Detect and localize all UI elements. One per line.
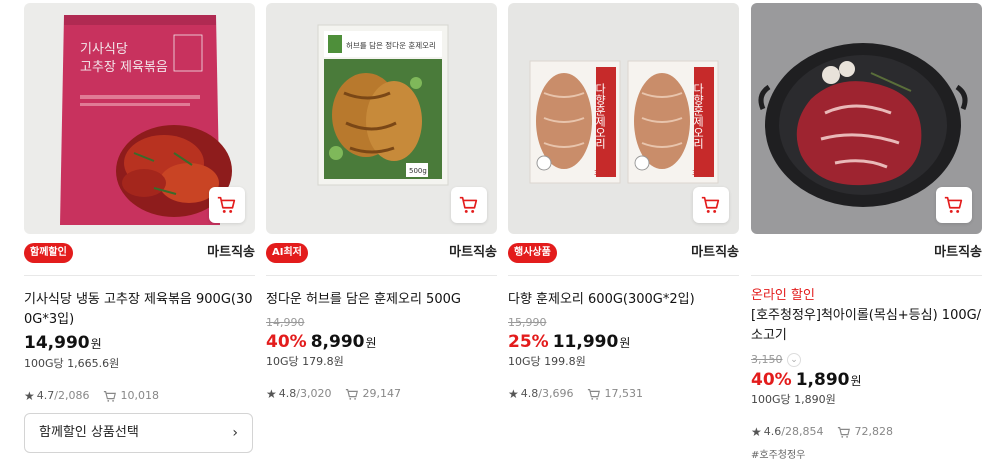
divider	[24, 275, 255, 276]
original-price: 3,150	[751, 353, 783, 366]
rating-value: 4.7	[36, 389, 55, 402]
divider	[266, 275, 497, 276]
product-price: 8,990	[310, 332, 365, 352]
product-card[interactable]: 기사식당 고추장 제육볶음 함께할인 마트직송 기사식당 냉동 고추장 제육볶음…	[24, 3, 255, 462]
discount-rate: 40%	[266, 332, 307, 352]
cart-icon	[459, 196, 478, 213]
review-count: /3,696	[538, 387, 574, 400]
add-to-cart-button[interactable]	[209, 187, 245, 223]
cart-count: 72,828	[854, 425, 893, 438]
cart-icon	[103, 389, 117, 403]
product-name[interactable]: 다향 훈제오리 600G(300G*2입)	[508, 290, 739, 310]
cart-icon	[701, 196, 720, 213]
bundle-select-label: 함께할인 상품선택	[39, 425, 139, 440]
product-card[interactable]: 다향훈제오리 다향훈제오리 300g 300g 행사상품 마트직송 다향 훈제오…	[508, 3, 739, 462]
add-to-cart-button[interactable]	[451, 187, 487, 223]
product-name[interactable]: 기사식당 냉동 고추장 제육볶음 900G(300G*3입)	[24, 290, 255, 330]
currency-label: 원	[850, 374, 862, 388]
divider	[751, 275, 982, 276]
unit-price: 100G당 1,890원	[751, 393, 836, 406]
product-price: 11,990	[552, 332, 619, 352]
shipping-label: 마트직송	[934, 245, 982, 260]
cart-icon	[944, 196, 963, 213]
product-badge: 행사상품	[508, 243, 557, 263]
product-name[interactable]: 정다운 허브를 담은 훈제오리 500G	[266, 290, 497, 310]
pack-title: 다향훈제오리	[594, 83, 607, 149]
hashtag[interactable]: #호주청정우	[751, 446, 805, 461]
shipping-label: 마트직송	[691, 245, 739, 260]
cart-icon	[837, 425, 851, 439]
currency-label: 원	[90, 337, 102, 351]
discount-rate: 40%	[751, 370, 792, 390]
pack-weight: 500g	[409, 167, 427, 175]
cart-count: 17,531	[604, 387, 643, 400]
cart-icon	[217, 196, 236, 213]
divider	[508, 275, 739, 276]
original-price: 15,990	[508, 316, 547, 329]
product-card[interactable]: 허브를 담은 정다운 훈제오리 500g AI최저 마트직송 정다운 허브를 담…	[266, 3, 497, 462]
unit-price: 100G당 1,665.6원	[24, 357, 120, 370]
pack-weight: 300g	[692, 169, 710, 177]
rating-value: 4.6	[763, 425, 782, 438]
discount-rate: 25%	[508, 332, 549, 352]
review-count: /2,086	[54, 389, 90, 402]
unit-price: 10G당 199.8원	[508, 355, 586, 368]
cart-count: 29,147	[362, 387, 401, 400]
add-to-cart-button[interactable]	[693, 187, 729, 223]
star-icon: ★	[266, 387, 277, 401]
review-count: /28,854	[781, 425, 824, 438]
chevron-down-icon[interactable]: ⌄	[787, 353, 801, 367]
shipping-label: 마트직송	[207, 245, 255, 260]
pack-title: 다향훈제오리	[692, 83, 705, 149]
review-count: /3,020	[296, 387, 332, 400]
cart-icon	[587, 387, 601, 401]
rating-value: 4.8	[520, 387, 539, 400]
shipping-label: 마트직송	[449, 245, 497, 260]
product-card[interactable]: 마트직송 온라인 할인 [호주청정우]척아이롤(목심+등심) 100G/소고기 …	[751, 3, 982, 462]
pack-title: 허브를 담은 정다운 훈제오리	[346, 40, 436, 50]
cart-count: 10,018	[120, 389, 159, 402]
product-price: 14,990	[24, 333, 90, 353]
star-icon: ★	[24, 389, 35, 403]
currency-label: 원	[365, 336, 377, 350]
product-name[interactable]: [호주청정우]척아이롤(목심+등심) 100G/소고기	[751, 306, 982, 346]
product-badge: AI최저	[266, 243, 308, 263]
rating-value: 4.8	[278, 387, 297, 400]
cart-icon	[345, 387, 359, 401]
product-price: 1,890	[795, 370, 850, 390]
bundle-select-button[interactable]: 함께할인 상품선택 ›	[24, 413, 253, 453]
pack-subtitle: 고추장 제육볶음	[80, 60, 168, 75]
pack-title: 기사식당	[80, 42, 128, 57]
pack-weight: 300g	[594, 169, 612, 177]
currency-label: 원	[619, 336, 631, 350]
promo-label: 온라인 할인	[751, 288, 815, 303]
star-icon: ★	[508, 387, 519, 401]
unit-price: 10G당 179.8원	[266, 355, 344, 368]
star-icon: ★	[751, 425, 762, 439]
add-to-cart-button[interactable]	[936, 187, 972, 223]
product-badge: 함께할인	[24, 243, 73, 263]
original-price: 14,990	[266, 316, 305, 329]
chevron-right-icon: ›	[232, 425, 238, 441]
